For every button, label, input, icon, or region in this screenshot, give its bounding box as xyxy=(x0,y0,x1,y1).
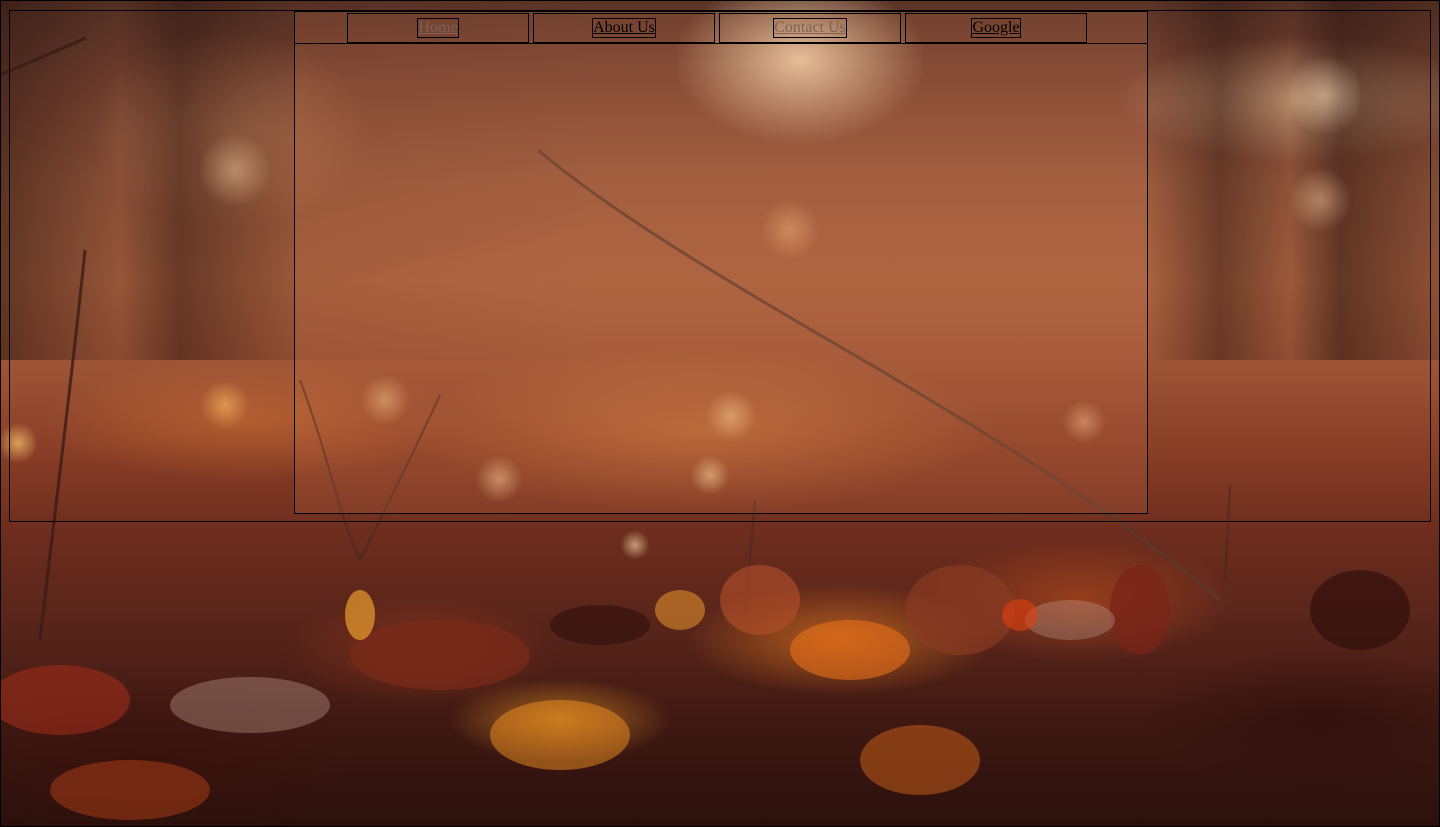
bokeh-light xyxy=(1290,165,1350,235)
nav-link-about-us[interactable]: About Us xyxy=(592,18,656,38)
nav-link-home[interactable]: Home xyxy=(417,18,459,38)
bokeh-light xyxy=(200,380,250,430)
bokeh-light xyxy=(1290,50,1360,140)
nav-link-contact-us[interactable]: Contact Us xyxy=(773,18,847,38)
nav-link-google[interactable]: Google xyxy=(971,18,1021,38)
bokeh-light xyxy=(200,130,270,210)
bokeh-light xyxy=(0,420,36,466)
bokeh-light xyxy=(620,530,650,560)
nav-item-google: Google xyxy=(905,13,1087,43)
nav-list: Home About Us Contact Us Google xyxy=(347,13,1087,43)
nav-item-home: Home xyxy=(347,13,529,43)
navigation-bar: Home About Us Contact Us Google xyxy=(295,12,1147,44)
nav-item-contact-us: Contact Us xyxy=(719,13,901,43)
nav-item-about-us: About Us xyxy=(533,13,715,43)
header-container: Home About Us Contact Us Google xyxy=(294,11,1148,514)
